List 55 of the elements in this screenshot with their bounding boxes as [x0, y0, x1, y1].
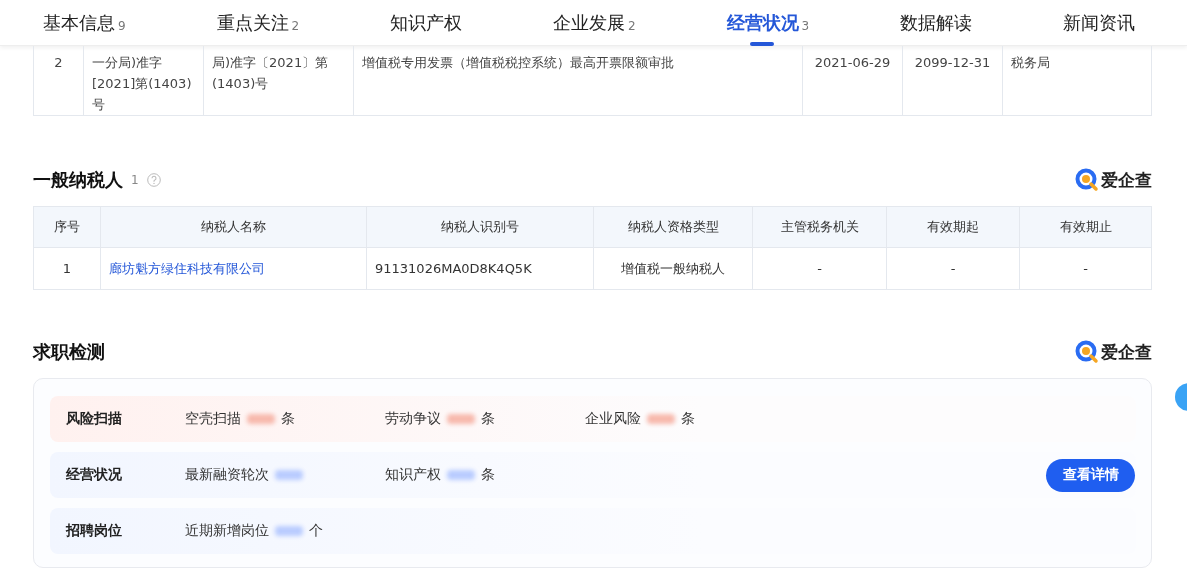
item-unit: 条: [481, 410, 495, 428]
nav-tab[interactable]: 数据解读: [900, 0, 973, 46]
row-label: 招聘岗位: [66, 522, 123, 540]
item-label: 劳动争议: [385, 410, 441, 428]
nav-tab[interactable]: 企业发展 2: [553, 0, 636, 46]
item-label: 最新融资轮次: [185, 466, 269, 484]
nav-tab[interactable]: 基本信息 9: [43, 0, 126, 46]
table-cell: 一分局)准字[2021]第(1403)号: [92, 55, 192, 112]
blurred-value: [275, 470, 303, 480]
item-unit: 条: [481, 466, 495, 484]
table-cell: -: [950, 261, 956, 276]
item-label: 知识产权: [385, 466, 441, 484]
table-cell: 2: [54, 55, 63, 70]
item-label: 空壳扫描: [185, 410, 241, 428]
brand-name: 爱企查: [1101, 340, 1152, 364]
row-label: 经营状况: [66, 466, 123, 484]
blurred-value: [247, 414, 275, 424]
blurred-value: [447, 470, 475, 480]
table-cell: -: [817, 261, 822, 276]
column-header: 纳税人识别号: [441, 219, 519, 234]
table-cell: 局)准字〔2021〕第(1403)号: [212, 55, 329, 91]
blurred-value: [447, 414, 475, 424]
item-label: 企业风险: [585, 410, 641, 428]
table-cell: 91131026MA0D8K4Q5K: [375, 261, 532, 276]
table-cell: 2021-06-29: [814, 55, 891, 70]
column-header: 纳税人名称: [201, 219, 266, 234]
table-cell: 增值税一般纳税人: [621, 260, 725, 276]
column-header: 纳税人资格类型: [627, 219, 719, 234]
table-cell: 税务局: [1011, 55, 1050, 70]
row-label: 风险扫描: [66, 410, 123, 428]
brand-name: 爱企查: [1101, 168, 1152, 192]
section-count: 1: [131, 173, 139, 187]
help-icon[interactable]: [146, 173, 161, 187]
table-cell: 2099-12-31: [914, 55, 991, 70]
column-header: 序号: [54, 219, 80, 234]
section-title: 求职检测: [33, 340, 105, 364]
column-header: 有效期起: [927, 219, 979, 234]
nav-tab[interactable]: 重点关注 2: [216, 0, 300, 46]
table-cell: 增值税专用发票（增值税税控系统）最高开票限额审批: [362, 55, 674, 70]
magnifier-logo-icon: [1075, 168, 1099, 192]
item-label: 近期新增岗位: [185, 522, 269, 540]
blurred-value: [647, 414, 675, 424]
nav-tab[interactable]: 新闻资讯: [1063, 0, 1135, 46]
column-header: 主管税务机关: [780, 219, 859, 234]
nav-tab[interactable]: 知识产权: [390, 0, 463, 46]
table-cell: 1: [62, 261, 72, 276]
blurred-value: [275, 526, 303, 536]
nav-tab[interactable]: 经营状况 3: [726, 0, 810, 46]
section-title: 一般纳税人: [33, 168, 123, 192]
magnifier-logo-icon: [1075, 340, 1099, 364]
item-unit: 个: [309, 522, 323, 540]
column-header: 有效期止: [1059, 219, 1112, 234]
item-unit: 条: [281, 410, 295, 428]
table-cell: -: [1083, 261, 1088, 276]
item-unit: 条: [681, 410, 695, 428]
